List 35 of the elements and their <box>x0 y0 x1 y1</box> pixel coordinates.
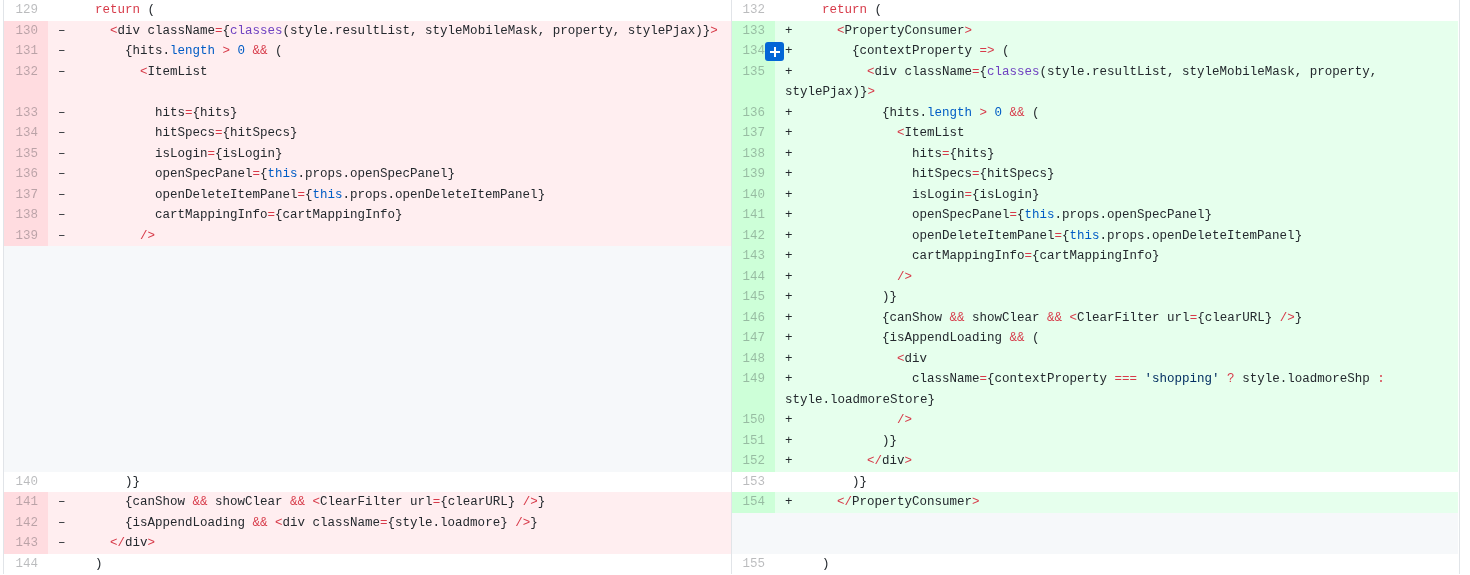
line-number: 141 <box>731 205 775 226</box>
line-number: 133 <box>4 102 48 123</box>
line-number: 142 <box>4 512 48 533</box>
line-number: 152 <box>731 451 775 472</box>
line-number: 149 <box>731 369 775 410</box>
line-number: 144 <box>731 266 775 287</box>
line-number: 143 <box>731 246 775 267</box>
line-number: 137 <box>4 184 48 205</box>
line-number: 146 <box>731 307 775 328</box>
plus-icon <box>768 45 781 58</box>
line-number: 145 <box>731 287 775 308</box>
line-number: 150 <box>731 410 775 431</box>
line-number: 138 <box>731 143 775 164</box>
line-number: 154 <box>731 492 775 513</box>
line-number: 133 <box>731 20 775 41</box>
line-number: 135 <box>4 143 48 164</box>
line-number: 134 <box>4 123 48 144</box>
line-number: 139 <box>731 164 775 185</box>
line-number: 148 <box>731 348 775 369</box>
line-number: 131 <box>4 41 48 62</box>
line-number: 142 <box>731 225 775 246</box>
line-number: 132 <box>4 61 48 103</box>
line-number: 136 <box>731 102 775 123</box>
line-number: 147 <box>731 328 775 349</box>
line-number: 136 <box>4 164 48 185</box>
line-number: 135 <box>731 61 775 103</box>
line-number: 140 <box>731 184 775 205</box>
line-number: 141 <box>4 492 48 513</box>
line-number: 151 <box>731 430 775 451</box>
line-number: 138 <box>4 205 48 226</box>
line-number: 137 <box>731 123 775 144</box>
line-number: 139 <box>4 225 48 246</box>
line-number: 143 <box>4 533 48 554</box>
line-number: 130 <box>4 20 48 41</box>
add-comment-button[interactable] <box>765 42 784 61</box>
